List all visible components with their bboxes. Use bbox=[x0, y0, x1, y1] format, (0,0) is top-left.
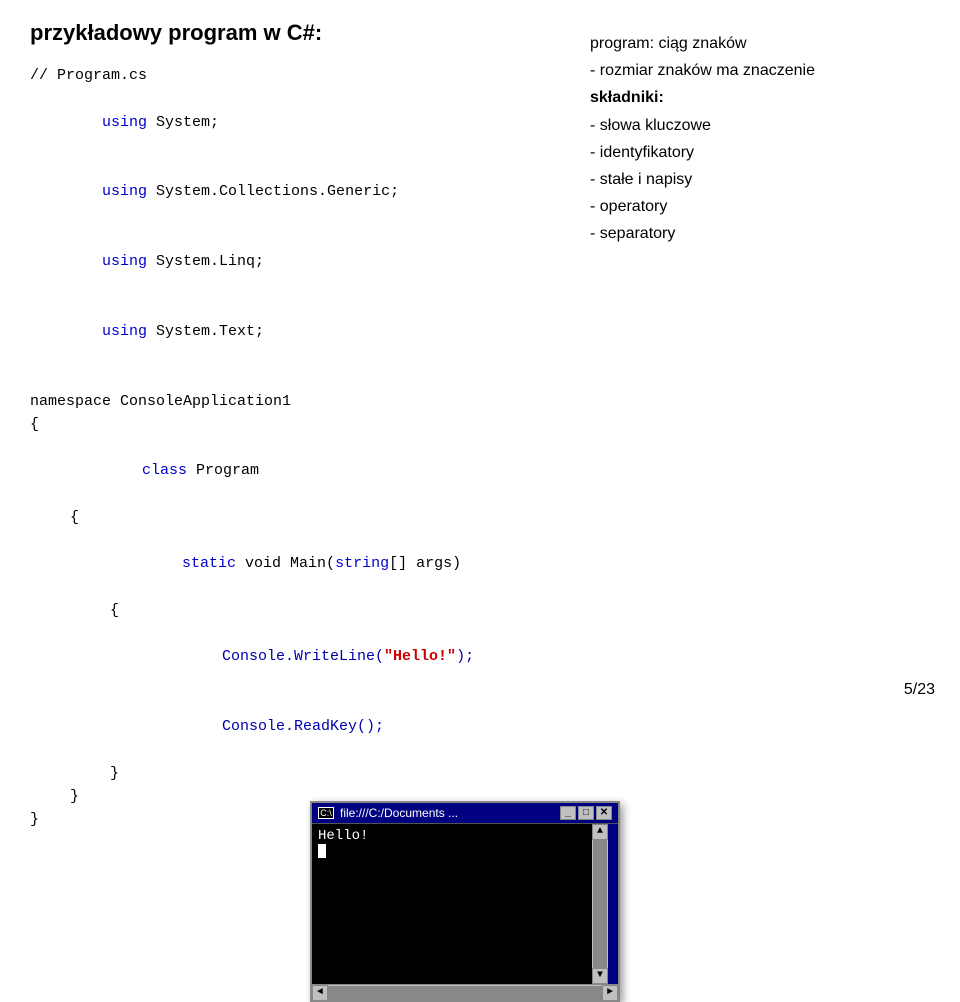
console-cursor-line bbox=[318, 844, 586, 863]
scrollbar-track-vertical bbox=[593, 840, 607, 968]
console-vertical-scrollbar[interactable]: ▲ ▼ bbox=[592, 824, 608, 984]
keyword-using2: using bbox=[102, 183, 147, 200]
console-content: Hello! bbox=[312, 824, 592, 984]
scrollbar-right-arrow[interactable]: ► bbox=[602, 985, 618, 1001]
keyword-static: static bbox=[182, 555, 236, 572]
code-using4: using System.Text; bbox=[30, 297, 550, 367]
desc-line6: - stałe i napisy bbox=[590, 166, 960, 193]
desc-line1: program: ciąg znaków bbox=[590, 30, 960, 57]
class-line: class Program bbox=[30, 436, 550, 506]
close-paren: ); bbox=[456, 648, 474, 665]
code-block: // Program.cs using System; using System… bbox=[30, 64, 550, 831]
description-text: program: ciąg znaków - rozmiar znaków ma… bbox=[590, 30, 960, 248]
minimize-button[interactable]: _ bbox=[560, 806, 576, 820]
system4-text: System.Text; bbox=[147, 323, 264, 340]
console-titlebar: C:\ file:///C:/Documents ... _ □ ✕ bbox=[312, 803, 618, 824]
console-window-buttons: _ □ ✕ bbox=[560, 806, 612, 820]
page-number: 5/23 bbox=[904, 681, 935, 699]
scrollbar-down-arrow[interactable]: ▼ bbox=[592, 968, 608, 984]
writeline-method: WriteLine( bbox=[294, 648, 384, 665]
args-text: [] args) bbox=[389, 555, 461, 572]
keyword-using1: using bbox=[102, 114, 147, 131]
brace-open2: { bbox=[30, 506, 550, 529]
void-main: void Main( bbox=[236, 555, 335, 572]
static-line: static void Main(string[] args) bbox=[30, 529, 550, 599]
readkey-method: ReadKey(); bbox=[294, 718, 384, 735]
blank-line1 bbox=[30, 366, 550, 389]
console-cursor bbox=[318, 844, 326, 858]
slide-title: przykładowy program w C#: bbox=[30, 20, 550, 46]
scrollbar-up-arrow[interactable]: ▲ bbox=[592, 824, 608, 840]
left-column: przykładowy program w C#: // Program.cs … bbox=[30, 20, 550, 694]
desc-line3: składniki: bbox=[590, 84, 960, 111]
keyword-using4: using bbox=[102, 323, 147, 340]
code-using1: using System; bbox=[30, 87, 550, 157]
brace-open1: { bbox=[30, 413, 550, 436]
brace-open3: { bbox=[30, 599, 550, 622]
system1-text: System; bbox=[147, 114, 219, 131]
maximize-button[interactable]: □ bbox=[578, 806, 594, 820]
system2-text: System.Collections.Generic; bbox=[147, 183, 399, 200]
desc-line8: - separatory bbox=[590, 220, 960, 247]
code-comment: // Program.cs bbox=[30, 64, 550, 87]
console-content-wrapper: Hello! ▲ ▼ bbox=[312, 824, 618, 984]
desc-line7: - operatory bbox=[590, 193, 960, 220]
close-button[interactable]: ✕ bbox=[596, 806, 612, 820]
console-read-method: Console. bbox=[222, 718, 294, 735]
console-window: C:\ file:///C:/Documents ... _ □ ✕ Hello… bbox=[310, 801, 620, 1002]
keyword-using3: using bbox=[102, 253, 147, 270]
console-readkey-line: Console.ReadKey(); bbox=[30, 692, 550, 762]
right-column: program: ciąg znaków - rozmiar znaków ma… bbox=[590, 20, 960, 694]
code-using2: using System.Collections.Generic; bbox=[30, 157, 550, 227]
console-window-icon: C:\ bbox=[318, 807, 334, 819]
hello-string: "Hello!" bbox=[384, 648, 456, 665]
desc-line4: - słowa kluczowe bbox=[590, 112, 960, 139]
namespace-line: namespace ConsoleApplication1 bbox=[30, 390, 550, 413]
desc-line2: - rozmiar znaków ma znaczenie bbox=[590, 57, 960, 84]
console-title-text: file:///C:/Documents ... bbox=[340, 806, 458, 820]
console-write-method: Console. bbox=[222, 648, 294, 665]
scrollbar-track-horizontal bbox=[328, 986, 602, 1000]
system3-text: System.Linq; bbox=[147, 253, 264, 270]
class-name: Program bbox=[187, 462, 259, 479]
keyword-string: string bbox=[335, 555, 389, 572]
console-writeline-line: Console.WriteLine("Hello!"); bbox=[30, 622, 550, 692]
desc-line5: - identyfikatory bbox=[590, 139, 960, 166]
scrollbar-left-arrow[interactable]: ◄ bbox=[312, 985, 328, 1001]
console-titlebar-left: C:\ file:///C:/Documents ... bbox=[318, 806, 458, 820]
console-horizontal-scrollbar[interactable]: ◄ ► bbox=[312, 984, 618, 1000]
console-output-line: Hello! bbox=[318, 828, 586, 844]
keyword-class: class bbox=[142, 462, 187, 479]
code-using3: using System.Linq; bbox=[30, 227, 550, 297]
brace-close1: } bbox=[30, 762, 550, 785]
